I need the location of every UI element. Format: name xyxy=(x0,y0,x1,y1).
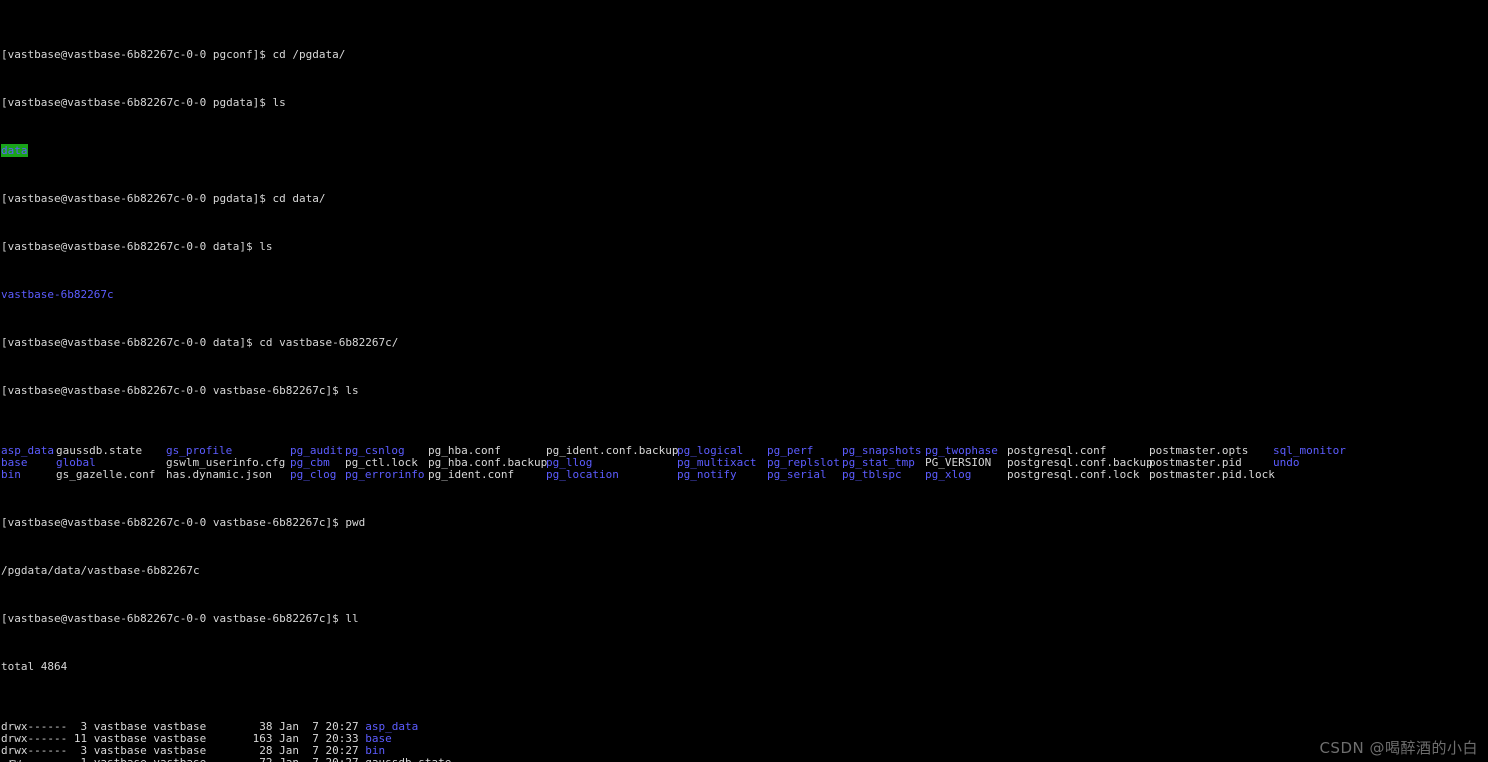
command-text: ll xyxy=(345,612,359,625)
terminal-line-pwd: [vastbase@vastbase-6b82267c-0-0 vastbase… xyxy=(1,517,1488,529)
terminal-line-total: total 4864 xyxy=(1,661,1488,673)
ls-entry-directory: pg_errorinfo xyxy=(345,468,425,481)
terminal-window[interactable]: [vastbase@vastbase-6b82267c-0-0 pgconf]$… xyxy=(0,0,1488,762)
terminal-line-cd-data: [vastbase@vastbase-6b82267c-0-0 pgdata]$… xyxy=(1,193,1488,205)
ls-entry-file: postmaster.pid.lock xyxy=(1149,468,1275,481)
directory-entry-data: data xyxy=(1,144,28,157)
shell-prompt: [vastbase@vastbase-6b82267c-0-0 vastbase… xyxy=(1,384,346,397)
ls-entry-directory: pg_serial xyxy=(767,468,827,481)
shell-prompt: [vastbase@vastbase-6b82267c-0-0 pgdata]$ xyxy=(1,96,273,109)
command-text: cd data/ xyxy=(272,192,326,205)
shell-prompt: [vastbase@vastbase-6b82267c-0-0 pgconf]$ xyxy=(1,48,273,61)
shell-prompt: [vastbase@vastbase-6b82267c-0-0 vastbase… xyxy=(1,516,346,529)
command-text: ls xyxy=(272,96,286,109)
ls-entry-directory: pg_location xyxy=(546,468,619,481)
pwd-path: /pgdata/data/vastbase-6b82267c xyxy=(1,564,200,577)
terminal-line-out-vastbase: vastbase-6b82267c xyxy=(1,289,1488,301)
ls-entry-directory: pg_tblspc xyxy=(842,468,902,481)
shell-prompt: [vastbase@vastbase-6b82267c-0-0 vastbase… xyxy=(1,612,346,625)
terminal-line-ls-3: [vastbase@vastbase-6b82267c-0-0 vastbase… xyxy=(1,385,1488,397)
ll-row-metadata: -rw------- 1 vastbase vastbase 72 Jan 7 … xyxy=(1,756,365,762)
ls-entry-directory: pg_notify xyxy=(677,468,737,481)
ls-entry-file: pg_ident.conf xyxy=(428,468,515,481)
terminal-line-cd-vastbase: [vastbase@vastbase-6b82267c-0-0 data]$ c… xyxy=(1,337,1488,349)
ll-entry-file: gaussdb.state xyxy=(365,756,451,762)
terminal-line-out-pwd: /pgdata/data/vastbase-6b82267c xyxy=(1,565,1488,577)
shell-prompt: [vastbase@vastbase-6b82267c-0-0 data]$ xyxy=(1,240,260,253)
ls-entry-file: postgresql.conf.lock xyxy=(1007,468,1140,481)
shell-prompt: [vastbase@vastbase-6b82267c-0-0 data]$ xyxy=(1,336,260,349)
total-blocks: total 4864 xyxy=(1,660,68,673)
ls-entry-directory: pg_xlog xyxy=(925,468,972,481)
command-text: pwd xyxy=(345,516,366,529)
shell-prompt: [vastbase@vastbase-6b82267c-0-0 pgdata]$ xyxy=(1,192,273,205)
ls-entry-file: gs_gazelle.conf xyxy=(56,468,156,481)
terminal-line-cd-pgdata: [vastbase@vastbase-6b82267c-0-0 pgconf]$… xyxy=(1,49,1488,61)
ls-entry-file: has.dynamic.json xyxy=(166,468,272,481)
command-text: ls xyxy=(345,384,359,397)
terminal-line-ll: [vastbase@vastbase-6b82267c-0-0 vastbase… xyxy=(1,613,1488,625)
command-text: cd /pgdata/ xyxy=(272,48,346,61)
ls-entry-directory: bin xyxy=(1,468,21,481)
ll-output-listing: drwx------ 3 vastbase vastbase 38 Jan 7 … xyxy=(1,721,1488,762)
terminal-line-out-data: data xyxy=(1,144,1488,157)
ll-row: -rw------- 1 vastbase vastbase 72 Jan 7 … xyxy=(1,757,1488,762)
ls-output-grid: asp_data gaussdb.state gs_profile pg_audit p… xyxy=(1,445,1488,481)
ls-grid-row: bin gs_gazelle.conf has.dynamic.json pg_clo… xyxy=(1,469,1488,481)
terminal-line-ls-2: [vastbase@vastbase-6b82267c-0-0 data]$ l… xyxy=(1,241,1488,253)
directory-entry-vastbase: vastbase-6b82267c xyxy=(1,288,114,301)
ls-entry-directory: pg_clog xyxy=(290,468,337,481)
terminal-line-ls-1: [vastbase@vastbase-6b82267c-0-0 pgdata]$… xyxy=(1,97,1488,109)
command-text: cd vastbase-6b82267c/ xyxy=(259,336,399,349)
command-text: ls xyxy=(259,240,273,253)
ls-entry-directory: undo xyxy=(1273,456,1300,469)
